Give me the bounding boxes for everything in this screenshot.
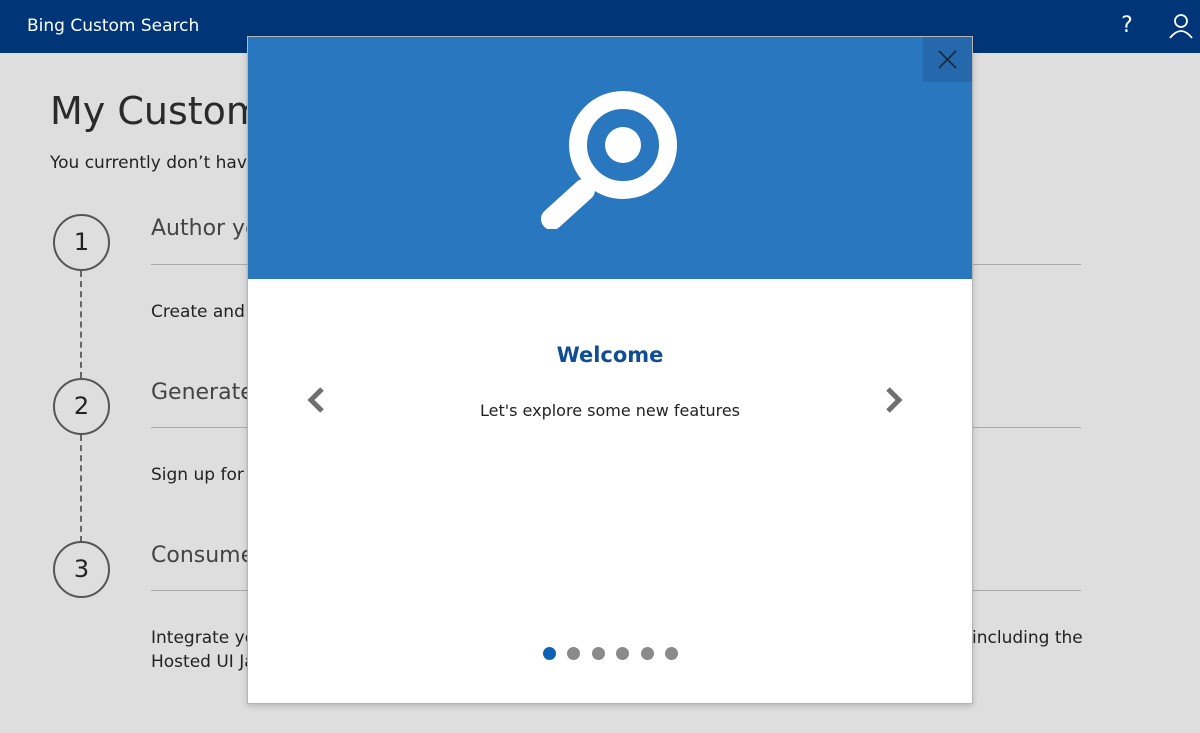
carousel-pagination xyxy=(248,647,972,661)
carousel-dot[interactable] xyxy=(640,647,654,660)
step-description-1: Create and c xyxy=(151,302,260,322)
chevron-left-icon[interactable] xyxy=(303,385,329,415)
page-title: My Custom xyxy=(50,89,263,133)
app-title[interactable]: Bing Custom Search xyxy=(27,16,199,36)
user-icon[interactable] xyxy=(1168,12,1194,40)
step-description-3: Integrate yo xyxy=(151,628,256,648)
step-description-2: Sign up for a xyxy=(151,465,260,485)
dialog-hero-banner xyxy=(248,37,972,279)
step-heading-2: Generate xyxy=(151,380,254,405)
step-number-3: 3 xyxy=(53,541,110,598)
step-number-1: 1 xyxy=(53,214,110,271)
carousel-dot[interactable] xyxy=(616,647,630,660)
search-icon xyxy=(541,91,677,229)
carousel-dot[interactable] xyxy=(567,647,581,660)
carousel-dot[interactable] xyxy=(543,647,556,660)
step-connector xyxy=(80,435,82,542)
page-subtitle: You currently don’t have xyxy=(50,153,258,173)
carousel-dot[interactable] xyxy=(591,647,605,660)
step-description-3-line2: Hosted UI Ja xyxy=(151,652,255,672)
step-description-3-right: including the xyxy=(972,628,1083,648)
step-number-2: 2 xyxy=(53,378,110,435)
close-icon xyxy=(938,50,957,69)
welcome-dialog: Welcome Let's explore some new features xyxy=(247,36,973,704)
step-heading-1: Author yo xyxy=(151,216,259,241)
carousel-dot[interactable] xyxy=(665,647,678,660)
step-connector xyxy=(80,271,82,378)
step-heading-3: Consume xyxy=(151,543,255,568)
close-button[interactable] xyxy=(923,37,972,82)
chevron-right-icon[interactable] xyxy=(881,385,907,415)
dialog-title: Welcome xyxy=(556,343,664,367)
help-icon[interactable]: ? xyxy=(1115,12,1139,40)
dialog-text: Let's explore some new features xyxy=(479,401,741,420)
